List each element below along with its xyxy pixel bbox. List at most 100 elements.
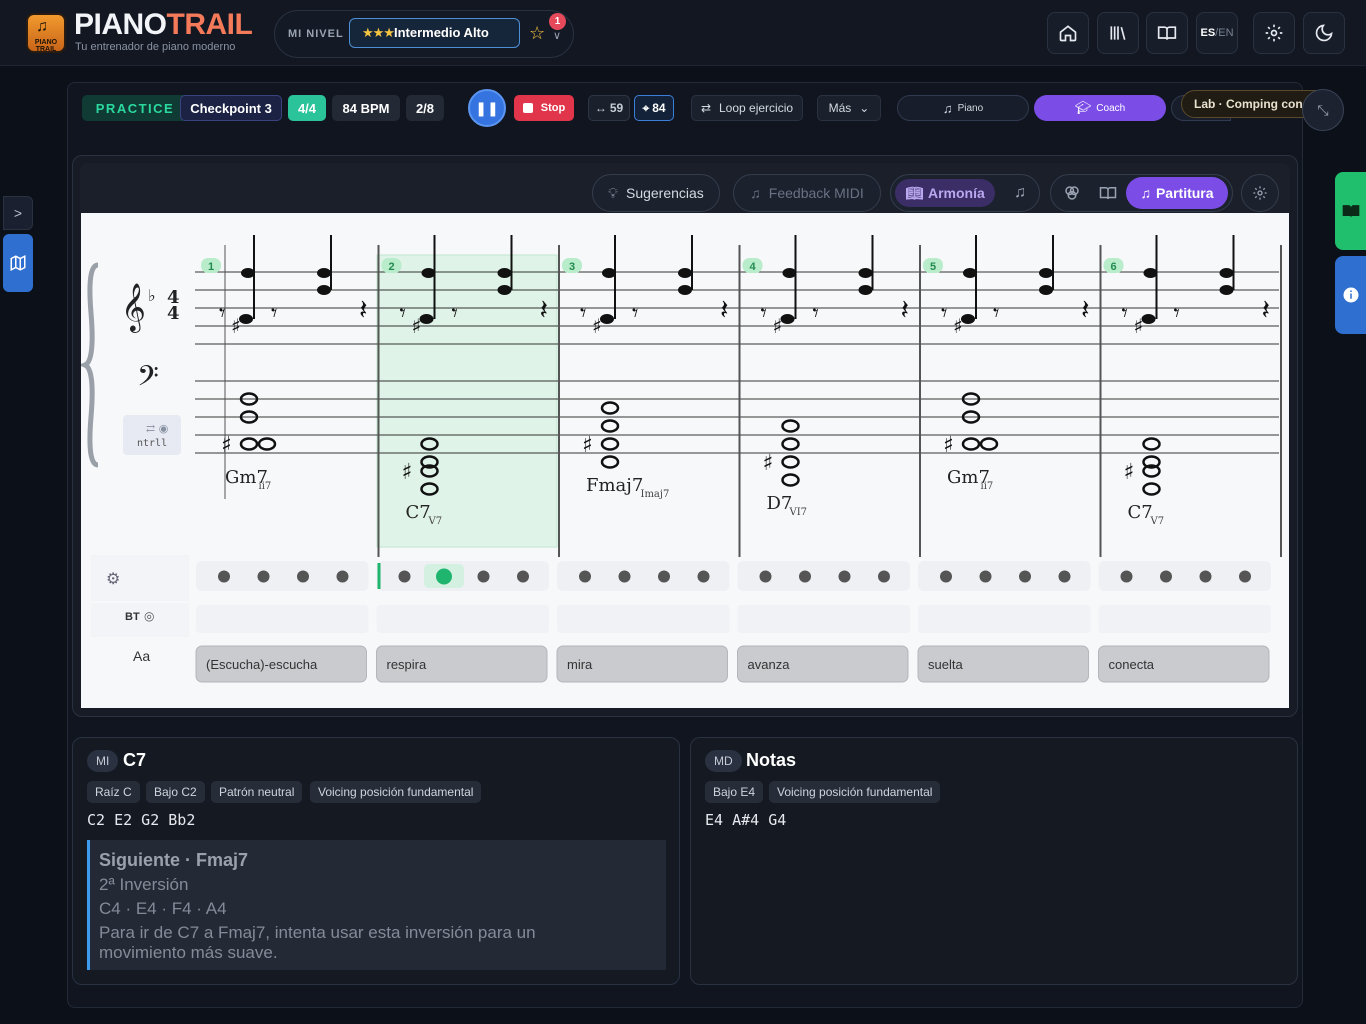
theme-toggle[interactable]	[1303, 12, 1345, 54]
harmony-toggle[interactable]: 📖︎ Armonía	[895, 179, 995, 207]
app-logo[interactable]: PIANOTRAIL	[74, 8, 253, 41]
chevron-down-icon[interactable]: ∨	[553, 29, 561, 42]
note-head	[239, 314, 253, 324]
active-beat-dot[interactable]	[436, 568, 452, 585]
settings-button[interactable]	[1253, 12, 1295, 54]
beat-dot[interactable]	[477, 570, 490, 583]
note-head	[241, 268, 255, 278]
note-head	[1141, 314, 1156, 324]
coach-tab[interactable]: 🎓︎ Coach	[1034, 95, 1166, 121]
circles-icon	[1065, 186, 1079, 200]
beat-dot[interactable]	[1019, 570, 1031, 583]
info-tab[interactable]	[1335, 256, 1366, 334]
music-note-icon: ♫	[750, 185, 761, 201]
feedback-midi-button[interactable]: ♫ Feedback MIDI	[733, 174, 881, 212]
eighth-rest: 𝄾	[813, 299, 819, 327]
measure-number: 1	[208, 261, 214, 273]
range-control[interactable]: ↔ 59	[588, 95, 630, 121]
beat-dot[interactable]	[838, 570, 851, 583]
beat-dot[interactable]	[618, 570, 631, 583]
beat-dot[interactable]	[1239, 570, 1251, 583]
library-icon	[1110, 26, 1126, 40]
feedback-label: Feedback MIDI	[768, 185, 864, 201]
beat-dot[interactable]	[297, 570, 309, 583]
next-inversion: 2ª Inversión	[99, 875, 189, 894]
rhythm-settings-icon[interactable]: ⚙	[106, 569, 120, 588]
target-value: 84	[652, 101, 666, 115]
beat-dot[interactable]	[697, 570, 710, 583]
home-button[interactable]	[1047, 12, 1089, 54]
music-score[interactable]: 𝄞 ♭ 4 4 𝄢 ⇄ ◉ ntrll 1𝄾 ♯ 𝄾 𝄽♯Gm7ii72𝄾 ♯ 𝄾 𝄽♯C7…	[78, 213, 1289, 708]
whole-note	[600, 401, 620, 415]
chord-symbol: C7	[406, 502, 431, 523]
stop-label: Stop	[540, 102, 566, 114]
beat-dot[interactable]	[1199, 570, 1212, 583]
bluetooth-target-icon[interactable]: ◎	[144, 609, 154, 623]
hand-tag: MI	[87, 750, 119, 772]
star-icon[interactable]: ☆	[529, 23, 545, 44]
beat-dot[interactable]	[1058, 570, 1071, 583]
music-note-icon: ♫	[1014, 184, 1026, 201]
stop-button[interactable]: Stop	[514, 95, 574, 121]
loop-label: Loop ejercicio	[719, 101, 794, 115]
note-head	[1039, 268, 1053, 278]
beat-dot[interactable]	[257, 570, 270, 583]
beat-dot[interactable]	[979, 570, 992, 583]
lyric-text: conecta	[1109, 657, 1155, 672]
piano-tab[interactable]: ♫ Piano	[897, 95, 1029, 121]
circles-view-button[interactable]	[1062, 183, 1082, 203]
lyric-text: suelta	[928, 657, 963, 672]
eighth-rest: 𝄾	[761, 299, 767, 327]
pause-button[interactable]: ❚❚	[468, 89, 506, 127]
score-settings-button[interactable]	[1241, 174, 1279, 212]
more-dropdown[interactable]: Más ⌄	[817, 95, 881, 121]
beat-dot[interactable]	[878, 570, 890, 583]
book-icon	[1157, 26, 1177, 40]
beat-dot[interactable]	[517, 570, 529, 583]
beat-dot[interactable]	[940, 570, 952, 583]
book-icon	[1099, 187, 1117, 200]
tempo-badge[interactable]: 84 BPM	[332, 95, 400, 121]
beat-dot[interactable]	[398, 570, 411, 583]
beat-dot[interactable]	[799, 570, 811, 583]
control-box[interactable]	[123, 415, 181, 455]
library-button[interactable]	[1097, 12, 1139, 54]
sharp: ♯	[773, 314, 783, 338]
beat-dot[interactable]	[336, 570, 349, 583]
chip-bass: Bajo C2	[146, 781, 205, 803]
loop-button[interactable]: ⇄ Loop ejercicio	[691, 95, 803, 121]
beat-dot[interactable]	[658, 570, 670, 583]
graduation-cap-icon: 🎓︎	[1074, 100, 1092, 115]
score-view-toggle[interactable]: ♫ Partitura	[1126, 177, 1228, 209]
checkpoint-badge[interactable]: Checkpoint 3	[180, 95, 282, 121]
logo-badge[interactable]: ♫ PIANO TRAIL	[26, 13, 66, 53]
level-chip[interactable]: ★★★Intermedio Alto	[349, 18, 520, 48]
sharp: ♯	[221, 433, 232, 458]
beat-dot[interactable]	[579, 570, 591, 583]
map-tab[interactable]	[3, 234, 33, 292]
language-toggle[interactable]: ES / EN	[1196, 12, 1238, 54]
beat-dot[interactable]	[1120, 570, 1133, 583]
map-icon	[10, 255, 26, 271]
book-view-button[interactable]	[1098, 183, 1118, 203]
target-control[interactable]: ⌖ 84	[634, 95, 674, 121]
notes-panel	[690, 737, 1298, 985]
beat-dot[interactable]	[1160, 570, 1172, 583]
time-signature-badge[interactable]: 4/4	[288, 95, 326, 121]
beat-dot[interactable]	[218, 570, 230, 583]
score-label: Partitura	[1155, 185, 1214, 201]
music-note-icon: ♫	[1140, 185, 1151, 201]
music-note-toggle[interactable]: ♫	[1010, 183, 1030, 203]
notes-title: Notas	[746, 750, 797, 770]
note-head	[678, 268, 692, 278]
note-head	[782, 268, 797, 278]
guide-button[interactable]	[1146, 12, 1188, 54]
flat-key-signature: ♭	[148, 286, 156, 305]
beat-dot[interactable]	[759, 570, 772, 583]
collapse-sidebar-button[interactable]: >	[3, 196, 33, 230]
suggestions-button[interactable]: 💡︎ Sugerencias	[592, 174, 720, 212]
bt-cell	[918, 605, 1091, 633]
collapse-fab[interactable]: ⤡	[1302, 89, 1344, 131]
logo-part-2: TRAIL	[166, 8, 253, 41]
lesson-book-tab[interactable]	[1335, 172, 1366, 250]
